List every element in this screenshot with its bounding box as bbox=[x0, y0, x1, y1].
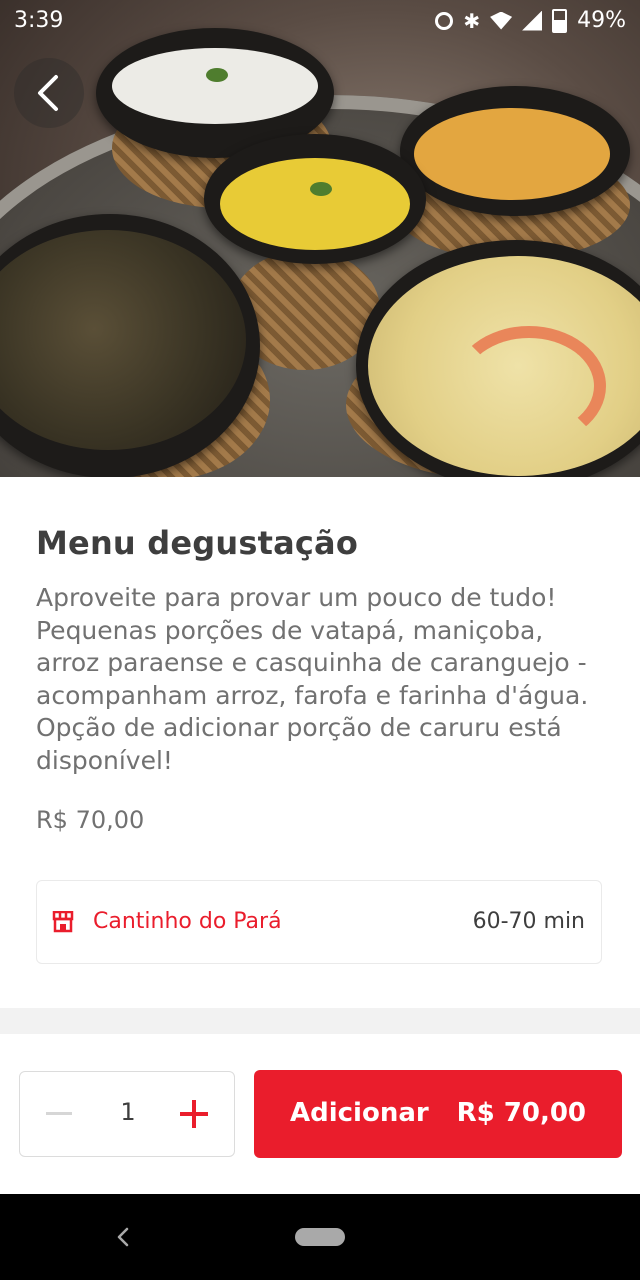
nav-back-icon[interactable] bbox=[114, 1224, 132, 1250]
add-to-cart-button[interactable]: Adicionar R$ 70,00 bbox=[254, 1070, 622, 1158]
store-icon bbox=[52, 911, 74, 933]
section-divider bbox=[0, 1008, 640, 1034]
delivery-time: 60-70 min bbox=[472, 909, 585, 934]
item-title: Menu degustação bbox=[36, 524, 359, 562]
bluetooth-icon: ✱ bbox=[463, 8, 481, 33]
item-description: Aproveite para provar um pouco de tudo! … bbox=[36, 583, 589, 775]
signal-icon bbox=[522, 10, 543, 31]
farofa-dish bbox=[220, 158, 410, 250]
shrimp bbox=[452, 326, 606, 446]
item-price: R$ 70,00 bbox=[36, 806, 145, 834]
decrement-button[interactable] bbox=[34, 1092, 84, 1136]
alarm-icon bbox=[435, 11, 454, 30]
garnish bbox=[310, 182, 332, 196]
nav-home-button[interactable] bbox=[295, 1228, 345, 1246]
chevron-left-icon bbox=[38, 75, 58, 111]
garnish bbox=[206, 68, 228, 82]
rice-dish bbox=[112, 48, 318, 124]
add-button-label: Adicionar bbox=[290, 1098, 429, 1128]
quantity-value: 1 bbox=[120, 1098, 136, 1126]
status-time: 3:39 bbox=[14, 8, 64, 33]
status-icons: ✱ 49% bbox=[435, 8, 626, 33]
wifi-icon bbox=[490, 11, 513, 30]
store-name[interactable]: Cantinho do Pará bbox=[93, 909, 282, 934]
back-button[interactable] bbox=[14, 58, 84, 128]
battery-percent: 49% bbox=[577, 8, 626, 33]
add-button-price: R$ 70,00 bbox=[456, 1098, 586, 1128]
battery-icon bbox=[552, 8, 568, 33]
quantity-stepper[interactable]: 1 bbox=[19, 1071, 235, 1157]
minus-icon bbox=[46, 1112, 72, 1115]
status-bar: 3:39 ✱ 49% bbox=[0, 0, 640, 44]
vatapa-dish bbox=[414, 108, 610, 200]
plus-icon[interactable] bbox=[180, 1100, 208, 1128]
hero-image bbox=[0, 0, 640, 477]
store-card[interactable]: Cantinho do Pará 60-70 min bbox=[36, 880, 602, 964]
system-nav-bar bbox=[0, 1194, 640, 1280]
